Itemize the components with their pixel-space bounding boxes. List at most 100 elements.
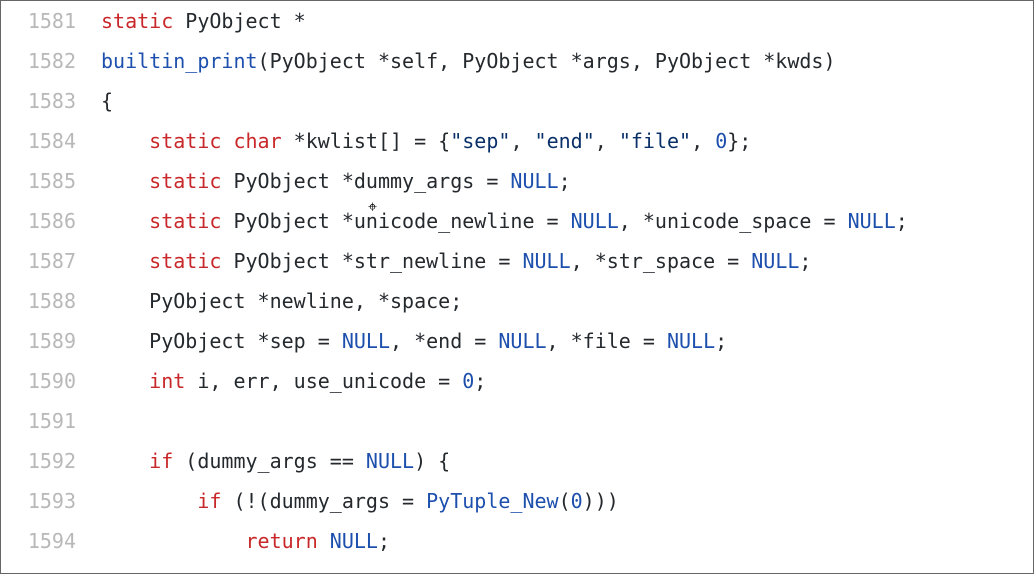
code-line[interactable]: 1594 return NULL; <box>1 521 1033 561</box>
code-token: NULL <box>571 209 619 233</box>
code-token <box>101 369 149 393</box>
code-token: PyObject *sep = <box>101 329 342 353</box>
code-token: static <box>149 169 221 193</box>
code-token: (!(dummy_args = <box>221 489 426 513</box>
code-token: "sep" <box>450 129 510 153</box>
code-token <box>101 129 149 153</box>
code-token: static <box>149 209 221 233</box>
line-number: 1581 <box>1 1 101 41</box>
code-token: *kwlist[] = { <box>282 129 451 153</box>
line-number: 1594 <box>1 521 101 561</box>
code-token <box>101 489 197 513</box>
code-text[interactable]: int i, err, use_unicode = 0; <box>101 361 1033 401</box>
code-token: ; <box>715 329 727 353</box>
code-token <box>101 249 149 273</box>
code-text[interactable]: static PyObject *unicode_newline = NULL,… <box>101 201 1033 241</box>
code-line-list[interactable]: 1581static PyObject *1582builtin_print(P… <box>1 1 1033 561</box>
code-text[interactable]: static PyObject *str_newline = NULL, *st… <box>101 241 1033 281</box>
line-number: 1588 <box>1 281 101 321</box>
code-token: , *unicode_space = <box>619 209 848 233</box>
code-token <box>221 129 233 153</box>
line-number: 1593 <box>1 481 101 521</box>
code-token <box>101 209 149 233</box>
code-token: , *end = <box>390 329 498 353</box>
code-text[interactable]: static PyObject * <box>101 1 1033 41</box>
code-token: builtin_print <box>101 49 258 73</box>
code-token: int <box>149 369 185 393</box>
code-token: PyObject *newline, *space; <box>101 289 462 313</box>
line-number: 1582 <box>1 41 101 81</box>
code-token: 0 <box>571 489 583 513</box>
line-number: 1592 <box>1 441 101 481</box>
code-line[interactable]: 1589 PyObject *sep = NULL, *end = NULL, … <box>1 321 1033 361</box>
code-token: NULL <box>342 329 390 353</box>
code-token: NULL <box>510 169 558 193</box>
code-token: (PyObject *self, PyObject *args, PyObjec… <box>258 49 836 73</box>
code-line[interactable]: 1593 if (!(dummy_args = PyTuple_New(0))) <box>1 481 1033 521</box>
code-text[interactable]: static PyObject *dummy_args = NULL; <box>101 161 1033 201</box>
code-text[interactable]: PyObject *newline, *space; <box>101 281 1033 321</box>
code-text[interactable]: { <box>101 81 1033 121</box>
line-number: 1583 <box>1 81 101 121</box>
line-number: 1587 <box>1 241 101 281</box>
code-token: "file" <box>619 129 691 153</box>
code-line[interactable]: 1591 <box>1 401 1033 441</box>
code-token: NULL <box>751 249 799 273</box>
code-token: , *file = <box>547 329 667 353</box>
code-token: }; <box>727 129 751 153</box>
code-token <box>101 449 149 473</box>
code-token: return <box>246 529 318 553</box>
code-token: PyObject * <box>173 9 305 33</box>
code-token: (dummy_args == <box>173 449 366 473</box>
code-token: NULL <box>330 529 378 553</box>
code-token <box>101 529 246 553</box>
code-token: static <box>149 249 221 273</box>
code-text[interactable]: return NULL; <box>101 521 1033 561</box>
code-token: NULL <box>667 329 715 353</box>
code-token: char <box>233 129 281 153</box>
code-token: PyObject *str_newline = <box>221 249 522 273</box>
code-token: static <box>101 9 173 33</box>
code-token <box>101 169 149 193</box>
code-token: { <box>101 89 113 113</box>
code-text[interactable]: if (dummy_args == NULL) { <box>101 441 1033 481</box>
code-text[interactable]: if (!(dummy_args = PyTuple_New(0))) <box>101 481 1033 521</box>
code-token: ; <box>378 529 390 553</box>
code-line[interactable]: 1588 PyObject *newline, *space; <box>1 281 1033 321</box>
code-token: if <box>197 489 221 513</box>
code-token: 0 <box>462 369 474 393</box>
code-token: ; <box>896 209 908 233</box>
code-token: , <box>595 129 619 153</box>
code-token: ; <box>474 369 486 393</box>
code-line[interactable]: 1583{ <box>1 81 1033 121</box>
line-number: 1584 <box>1 121 101 161</box>
code-token: 0 <box>715 129 727 153</box>
code-line[interactable]: 1586 static PyObject *unicode_newline = … <box>1 201 1033 241</box>
code-line[interactable]: 1581static PyObject * <box>1 1 1033 41</box>
code-line[interactable]: 1592 if (dummy_args == NULL) { <box>1 441 1033 481</box>
code-line[interactable]: 1590 int i, err, use_unicode = 0; <box>1 361 1033 401</box>
line-number: 1591 <box>1 401 101 441</box>
code-token: ; <box>559 169 571 193</box>
code-token: NULL <box>848 209 896 233</box>
code-text[interactable]: PyObject *sep = NULL, *end = NULL, *file… <box>101 321 1033 361</box>
code-token: ; <box>799 249 811 273</box>
code-token: static <box>149 129 221 153</box>
code-token: ( <box>559 489 571 513</box>
line-number: 1589 <box>1 321 101 361</box>
code-line[interactable]: 1587 static PyObject *str_newline = NULL… <box>1 241 1033 281</box>
code-viewer: 1581static PyObject *1582builtin_print(P… <box>0 0 1034 574</box>
line-number: 1585 <box>1 161 101 201</box>
code-text[interactable]: builtin_print(PyObject *self, PyObject *… <box>101 41 1033 81</box>
code-line[interactable]: 1584 static char *kwlist[] = {"sep", "en… <box>1 121 1033 161</box>
code-token: ))) <box>583 489 619 513</box>
code-text[interactable]: static char *kwlist[] = {"sep", "end", "… <box>101 121 1033 161</box>
code-token: NULL <box>498 329 546 353</box>
code-token: , <box>691 129 715 153</box>
code-token: NULL <box>522 249 570 273</box>
code-token: ) { <box>414 449 450 473</box>
code-text[interactable] <box>101 401 1033 441</box>
code-line[interactable]: 1585 static PyObject *dummy_args = NULL; <box>1 161 1033 201</box>
code-token: PyTuple_New <box>426 489 558 513</box>
code-line[interactable]: 1582builtin_print(PyObject *self, PyObje… <box>1 41 1033 81</box>
